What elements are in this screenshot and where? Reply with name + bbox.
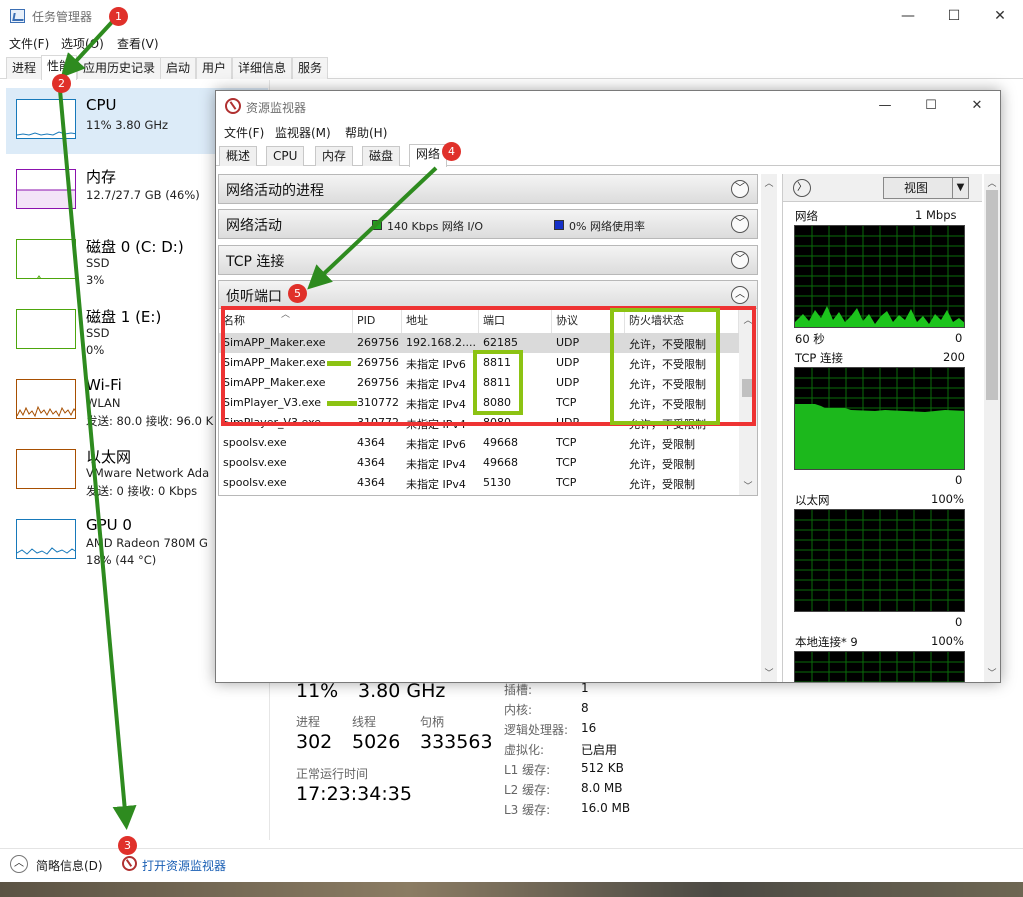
arrow-4-to-5 (307, 166, 438, 290)
annotation-arrows (58, 20, 438, 830)
annotation-badge-2: 2 (52, 74, 71, 93)
annotation-badge-1: 1 (109, 7, 128, 26)
arrow-2-to-3 (58, 89, 137, 830)
annotation-badge-3: 3 (118, 836, 137, 855)
annotation-badge-4: 4 (442, 142, 461, 161)
arrow-1-to-2 (60, 20, 114, 78)
annotation-badge-5: 5 (288, 284, 307, 303)
